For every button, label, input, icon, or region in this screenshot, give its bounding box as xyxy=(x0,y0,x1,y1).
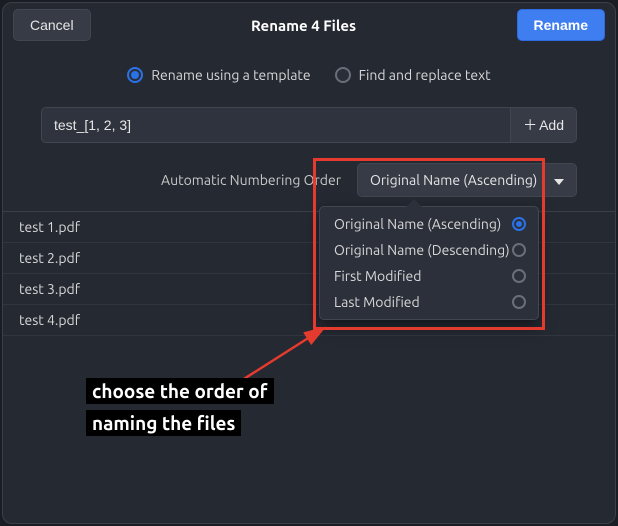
plus-icon: ＋ xyxy=(523,115,537,135)
order-selected: Original Name (Ascending) xyxy=(370,172,537,188)
add-label: Add xyxy=(539,117,564,133)
order-option-desc[interactable]: Original Name (Descending) xyxy=(320,237,538,263)
radio-icon xyxy=(512,269,526,283)
order-option-asc[interactable]: Original Name (Ascending) xyxy=(320,211,538,237)
radio-icon xyxy=(335,67,351,83)
option-label: First Modified xyxy=(334,268,421,284)
radio-icon xyxy=(512,295,526,309)
option-label: Original Name (Descending) xyxy=(334,242,510,258)
order-option-last-modified[interactable]: Last Modified xyxy=(320,289,538,315)
template-row: ＋ Add xyxy=(3,97,615,149)
radio-icon xyxy=(127,67,143,83)
order-popup: Original Name (Ascending) Original Name … xyxy=(319,206,539,320)
cancel-button[interactable]: Cancel xyxy=(13,9,91,41)
order-label: Automatic Numbering Order xyxy=(161,172,341,188)
option-label: Last Modified xyxy=(334,294,420,310)
radio-icon xyxy=(512,217,526,231)
mode-findreplace-radio[interactable]: Find and replace text xyxy=(335,67,491,83)
rename-button[interactable]: Rename xyxy=(517,9,605,41)
add-button[interactable]: ＋ Add xyxy=(510,107,577,143)
mode-template-label: Rename using a template xyxy=(151,67,310,83)
mode-findreplace-label: Find and replace text xyxy=(359,67,491,83)
chevron-down-icon xyxy=(554,172,564,188)
titlebar: Cancel Rename 4 Files Rename xyxy=(3,3,615,41)
mode-selector: Rename using a template Find and replace… xyxy=(3,41,615,97)
option-label: Original Name (Ascending) xyxy=(334,216,501,232)
order-row: Automatic Numbering Order Original Name … xyxy=(3,149,615,211)
radio-icon xyxy=(512,243,526,257)
mode-template-radio[interactable]: Rename using a template xyxy=(127,67,310,83)
dialog-title: Rename 4 Files xyxy=(91,17,517,34)
order-option-first-modified[interactable]: First Modified xyxy=(320,263,538,289)
order-dropdown[interactable]: Original Name (Ascending) xyxy=(357,163,577,197)
template-input[interactable] xyxy=(41,107,510,143)
